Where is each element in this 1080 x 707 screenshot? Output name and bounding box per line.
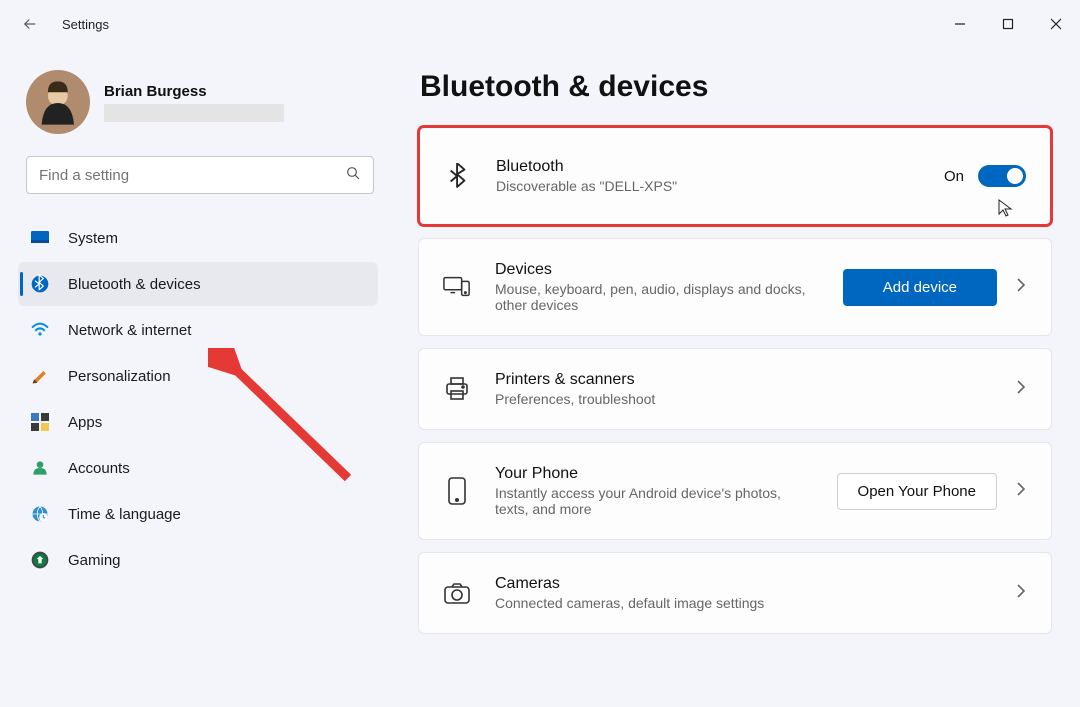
chevron-right-icon[interactable] [1015,583,1027,604]
phone-icon [443,477,471,505]
panel-title: Cameras [495,575,991,593]
sidebar-item-bluetooth-devices[interactable]: Bluetooth & devices [18,262,378,306]
sidebar-item-label: Bluetooth & devices [68,276,201,293]
maximize-button[interactable] [984,4,1032,44]
sidebar-item-label: Network & internet [68,322,191,339]
globe-icon [30,504,50,524]
sidebar-item-system[interactable]: System [18,216,378,260]
bluetooth-toggle-row: On [944,165,1026,187]
titlebar: Settings [0,0,1080,48]
user-row[interactable]: Brian Burgess [18,64,378,148]
user-email-redacted [104,104,284,122]
wifi-icon [30,320,50,340]
panel-title: Your Phone [495,465,813,483]
chevron-right-icon[interactable] [1015,277,1027,298]
open-your-phone-button[interactable]: Open Your Phone [837,473,997,510]
panel-bluetooth[interactable]: Bluetooth Discoverable as "DELL-XPS" On [418,126,1052,226]
sidebar: Brian Burgess System Bluetooth & devices… [18,64,378,707]
panel-your-phone[interactable]: Your Phone Instantly access your Android… [418,442,1052,540]
sidebar-item-label: Gaming [68,552,121,569]
bluetooth-icon [30,274,50,294]
main: Bluetooth & devices Bluetooth Discoverab… [418,64,1056,707]
page-title: Bluetooth & devices [420,70,1056,104]
avatar [26,70,90,134]
sidebar-item-label: Personalization [68,368,171,385]
search-icon [345,165,361,186]
sidebar-item-label: System [68,230,118,247]
panel-cameras[interactable]: Cameras Connected cameras, default image… [418,552,1052,634]
sidebar-item-label: Accounts [68,460,130,477]
sidebar-item-gaming[interactable]: Gaming [18,538,378,582]
sidebar-item-time-language[interactable]: Time & language [18,492,378,536]
panel-devices[interactable]: Devices Mouse, keyboard, pen, audio, dis… [418,238,1052,336]
sidebar-item-personalization[interactable]: Personalization [18,354,378,398]
chevron-right-icon[interactable] [1015,379,1027,400]
search-box[interactable] [26,156,374,194]
sidebar-item-label: Time & language [68,506,181,523]
bluetooth-toggle[interactable] [978,165,1026,187]
camera-icon [443,579,471,607]
panel-subtitle: Instantly access your Android device's p… [495,485,813,517]
devices-icon [443,273,471,301]
cursor-icon [998,199,1014,222]
chevron-right-icon[interactable] [1015,481,1027,502]
sidebar-item-accounts[interactable]: Accounts [18,446,378,490]
bluetooth-icon [444,162,472,190]
close-button[interactable] [1032,4,1080,44]
search-input[interactable] [39,167,345,184]
window-title: Settings [62,17,109,32]
printer-icon [443,375,471,403]
system-icon [30,228,50,248]
sidebar-item-apps[interactable]: Apps [18,400,378,444]
panel-title: Bluetooth [496,158,920,176]
brush-icon [30,366,50,386]
sidebar-item-network[interactable]: Network & internet [18,308,378,352]
panel-title: Printers & scanners [495,371,991,389]
add-device-button[interactable]: Add device [843,269,997,306]
window-controls [936,4,1080,44]
nav-list: System Bluetooth & devices Network & int… [18,216,378,582]
user-name: Brian Burgess [104,83,284,100]
gaming-icon [30,550,50,570]
apps-icon [30,412,50,432]
panel-subtitle: Mouse, keyboard, pen, audio, displays an… [495,281,819,313]
panel-subtitle: Preferences, troubleshoot [495,391,991,407]
panel-title: Devices [495,261,819,279]
accounts-icon [30,458,50,478]
panel-subtitle: Discoverable as "DELL-XPS" [496,178,920,194]
back-button[interactable] [20,14,40,34]
sidebar-item-label: Apps [68,414,102,431]
minimize-button[interactable] [936,4,984,44]
panel-printers[interactable]: Printers & scanners Preferences, trouble… [418,348,1052,430]
toggle-state-label: On [944,168,964,185]
panel-subtitle: Connected cameras, default image setting… [495,595,991,611]
